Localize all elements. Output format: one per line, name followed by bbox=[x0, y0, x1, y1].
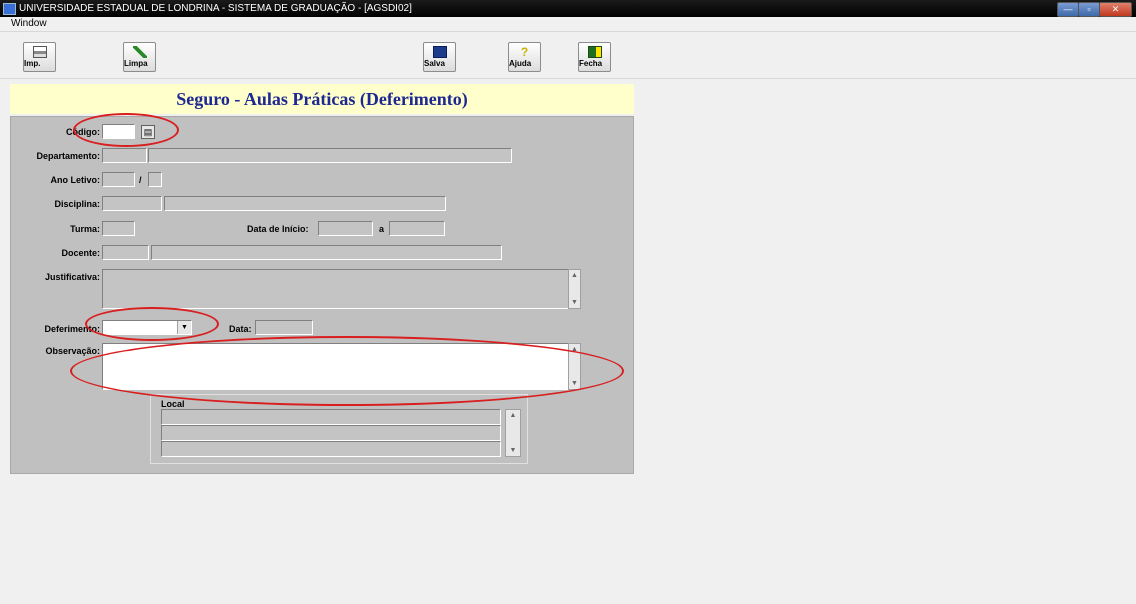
toolbar: Imp. Limpa Salva ? Ajuda Fecha bbox=[0, 31, 1136, 79]
local-label: Local bbox=[161, 399, 185, 409]
close-button[interactable]: ✕ bbox=[1099, 2, 1132, 17]
help-button[interactable]: ? Ajuda bbox=[508, 42, 541, 72]
data-label: Data: bbox=[229, 324, 252, 334]
form-title: Seguro - Aulas Práticas (Deferimento) bbox=[10, 84, 634, 114]
clear-button[interactable]: Limpa bbox=[123, 42, 156, 72]
local-row-1[interactable] bbox=[161, 409, 501, 425]
ano-letivo-label: Ano Letivo: bbox=[50, 175, 101, 185]
save-label: Salva bbox=[424, 59, 445, 68]
data-field[interactable] bbox=[255, 320, 313, 335]
menu-bar: Window bbox=[0, 17, 1136, 31]
data-inicio-separator: a bbox=[379, 224, 385, 234]
exit-button[interactable]: Fecha bbox=[578, 42, 611, 72]
turma-field[interactable] bbox=[102, 221, 135, 236]
window-title: UNIVERSIDADE ESTADUAL DE LONDRINA - SIST… bbox=[19, 3, 412, 14]
departamento-code-field[interactable] bbox=[102, 148, 147, 163]
ano-letivo-year-field[interactable] bbox=[102, 172, 135, 187]
floppy-disk-icon bbox=[432, 46, 447, 58]
menu-window[interactable]: Window bbox=[11, 17, 47, 31]
minimize-button[interactable]: — bbox=[1057, 2, 1079, 17]
data-fim-field[interactable] bbox=[389, 221, 445, 236]
local-row-3[interactable] bbox=[161, 441, 501, 457]
print-button[interactable]: Imp. bbox=[23, 42, 56, 72]
scroll-down-icon[interactable]: ▼ bbox=[506, 445, 520, 456]
ano-letivo-separator: / bbox=[139, 175, 142, 185]
clear-label: Limpa bbox=[124, 59, 148, 68]
departamento-name-field[interactable] bbox=[148, 148, 512, 163]
form-panel: Código: ▤ Departamento: Ano Letivo: / Di… bbox=[10, 116, 634, 474]
data-inicio-field[interactable] bbox=[318, 221, 373, 236]
justificativa-scrollbar[interactable]: ▲ ▼ bbox=[568, 269, 581, 309]
codigo-input[interactable] bbox=[102, 124, 135, 139]
deferimento-select[interactable]: ▼ bbox=[102, 320, 192, 335]
codigo-lookup-button[interactable]: ▤ bbox=[141, 125, 155, 139]
data-inicio-label: Data de Início: bbox=[247, 224, 309, 234]
help-icon: ? bbox=[520, 45, 529, 59]
observacao-textarea[interactable] bbox=[102, 343, 570, 390]
justificativa-textarea[interactable] bbox=[102, 269, 570, 309]
printer-icon bbox=[32, 46, 47, 58]
local-scrollbar[interactable]: ▲ ▼ bbox=[505, 409, 521, 457]
observacao-label: Observação: bbox=[45, 346, 100, 356]
chevron-down-icon[interactable]: ▼ bbox=[177, 321, 191, 334]
eraser-icon bbox=[132, 46, 147, 58]
justificativa-label: Justificativa: bbox=[44, 272, 100, 282]
local-groupbox: Local ▲ ▼ bbox=[150, 394, 528, 464]
help-label: Ajuda bbox=[509, 59, 532, 68]
docente-label: Docente: bbox=[61, 248, 100, 258]
clipboard-icon: ▤ bbox=[143, 127, 153, 137]
disciplina-label: Disciplina: bbox=[54, 199, 100, 209]
save-button[interactable]: Salva bbox=[423, 42, 456, 72]
departamento-label: Departamento: bbox=[36, 151, 100, 161]
ano-letivo-period-field[interactable] bbox=[148, 172, 162, 187]
exit-door-icon bbox=[587, 46, 602, 58]
print-label: Imp. bbox=[24, 59, 41, 68]
scroll-down-icon[interactable]: ▼ bbox=[569, 297, 580, 308]
disciplina-name-field[interactable] bbox=[164, 196, 446, 211]
disciplina-code-field[interactable] bbox=[102, 196, 162, 211]
codigo-label: Código: bbox=[66, 127, 100, 137]
maximize-button[interactable]: ▫ bbox=[1078, 2, 1100, 17]
deferimento-label: Deferimento: bbox=[44, 324, 100, 334]
scroll-down-icon[interactable]: ▼ bbox=[569, 378, 580, 389]
scroll-up-icon[interactable]: ▲ bbox=[569, 270, 580, 281]
docente-name-field[interactable] bbox=[151, 245, 502, 260]
scroll-up-icon[interactable]: ▲ bbox=[506, 410, 520, 421]
local-row-2[interactable] bbox=[161, 425, 501, 441]
scroll-up-icon[interactable]: ▲ bbox=[569, 344, 580, 355]
docente-code-field[interactable] bbox=[102, 245, 149, 260]
exit-label: Fecha bbox=[579, 59, 603, 68]
app-icon bbox=[3, 3, 16, 15]
window-title-bar: UNIVERSIDADE ESTADUAL DE LONDRINA - SIST… bbox=[0, 0, 1136, 17]
turma-label: Turma: bbox=[70, 224, 100, 234]
observacao-scrollbar[interactable]: ▲ ▼ bbox=[568, 343, 581, 390]
